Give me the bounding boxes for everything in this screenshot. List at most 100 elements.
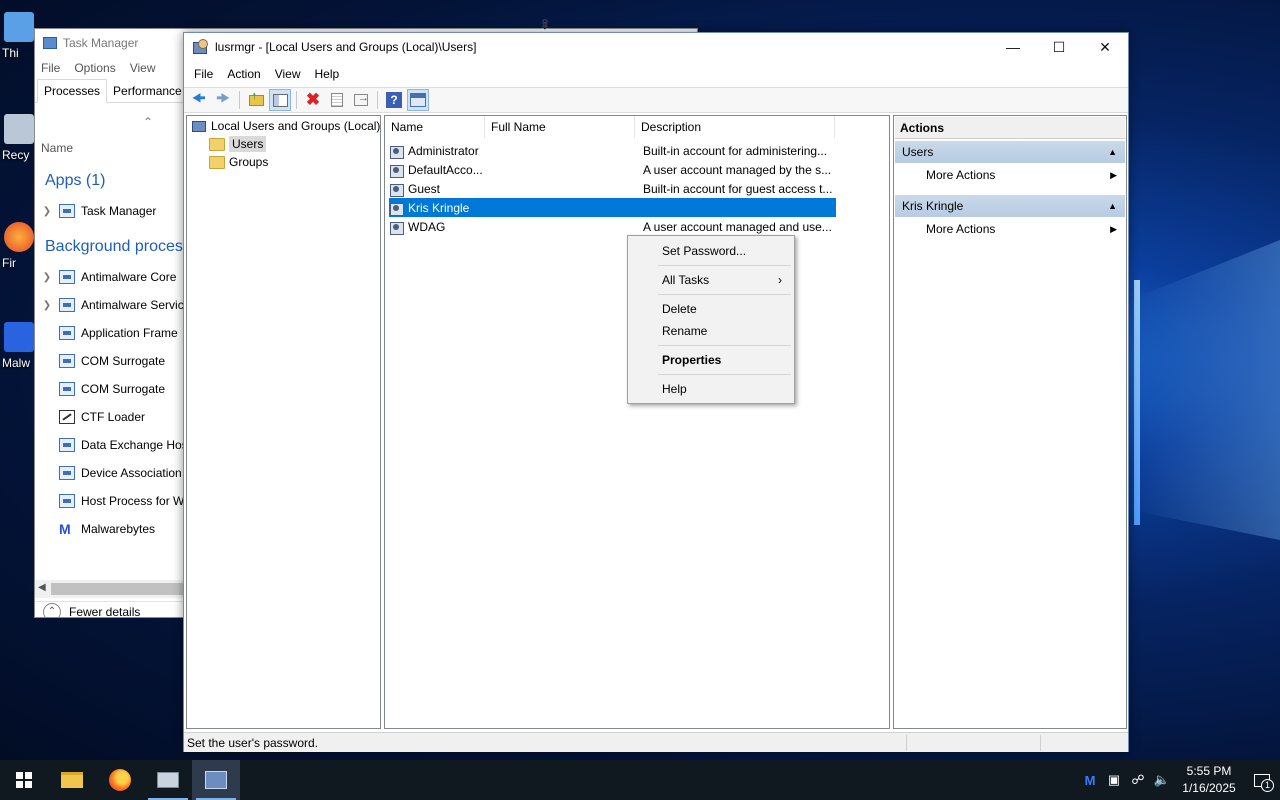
menu-item-properties[interactable]: Properties <box>630 349 792 371</box>
menu-help[interactable]: Help <box>315 67 348 81</box>
expand-chevron-icon[interactable]: ❯ <box>41 206 53 217</box>
help-button[interactable]: ? <box>383 89 405 111</box>
menu-item-rename[interactable]: Rename <box>630 320 792 342</box>
users-list[interactable]: Name Full Name Description Administrator… <box>384 115 890 729</box>
forward-button[interactable]: 🠞 <box>212 89 234 111</box>
back-button[interactable]: 🠜 <box>188 89 210 111</box>
lusrmgr-app-icon <box>205 771 227 789</box>
tm-menu-view[interactable]: View <box>130 61 156 75</box>
lusrmgr-titlebar[interactable]: lusrmgr - [Local Users and Groups (Local… <box>184 33 1128 61</box>
action-center-button[interactable]: 1 <box>1244 760 1280 800</box>
more-actions-users[interactable]: More Actions ▶ <box>926 165 1125 185</box>
desktop-icon-this-pc[interactable]: Thi <box>2 12 36 60</box>
menu-item-delete[interactable]: Delete <box>630 298 792 320</box>
process-row[interactable]: Data Exchange Hos <box>41 431 188 459</box>
taskbar-file-explorer[interactable] <box>48 760 96 800</box>
menu-item-set-password[interactable]: Set Password... <box>630 240 792 262</box>
desktop-icon-recycle-bin[interactable]: Recy <box>2 114 36 162</box>
user-icon <box>389 162 405 178</box>
process-row[interactable]: M Malwarebytes <box>41 515 155 543</box>
sort-caret-icon[interactable]: ⌃ <box>143 115 153 129</box>
column-header-description[interactable]: Description <box>635 116 835 138</box>
tree-item-label: Users <box>229 136 267 152</box>
show-hide-action-pane-button[interactable] <box>407 89 429 111</box>
table-row[interactable]: DefaultAcco... A user account managed by… <box>389 160 836 179</box>
taskbar-firefox[interactable] <box>96 760 144 800</box>
properties-button[interactable] <box>326 89 348 111</box>
taskbar-lusrmgr[interactable] <box>192 760 240 800</box>
process-name: Device Association <box>81 466 182 480</box>
tree-root-label: Local Users and Groups (Local) <box>211 119 381 133</box>
collapse-triangle-icon[interactable]: ▲ <box>1108 195 1117 217</box>
process-row[interactable]: Application Frame <box>41 319 178 347</box>
process-row[interactable]: Device Association <box>41 459 182 487</box>
table-row[interactable]: Administrator Built-in account for admin… <box>389 141 836 160</box>
menu-item-all-tasks[interactable]: All Tasks › <box>630 269 792 291</box>
menu-file[interactable]: File <box>194 67 221 81</box>
export-list-button[interactable] <box>350 89 372 111</box>
start-button[interactable] <box>0 760 48 800</box>
lusrmgr-window[interactable]: lusrmgr - [Local Users and Groups (Local… <box>183 32 1129 752</box>
tm-menu-file[interactable]: File <box>41 61 60 75</box>
actions-header: Actions <box>895 117 1125 139</box>
maximize-button[interactable]: ☐ <box>1036 33 1082 61</box>
tree-item-groups[interactable]: Groups <box>209 153 268 171</box>
expand-chevron-icon[interactable]: ❯ <box>41 300 53 311</box>
process-row[interactable]: Host Process for W <box>41 487 184 515</box>
tree-item-users[interactable]: Users <box>209 135 267 153</box>
column-header-name[interactable]: Name <box>41 141 73 155</box>
desktop-icon-malwarebytes[interactable]: Malw <box>2 322 36 370</box>
console-tree[interactable]: Local Users and Groups (Local) Users Gro… <box>186 115 381 729</box>
table-row[interactable]: WDAG A user account managed and use... <box>389 217 836 236</box>
pc-icon <box>4 12 34 42</box>
back-arrow-icon: 🠜 <box>192 89 206 107</box>
desktop-icon-label: Recy <box>2 148 30 162</box>
menu-action[interactable]: Action <box>227 67 268 81</box>
folder-icon <box>61 772 83 788</box>
process-row[interactable]: ❯ Antimalware Servic <box>41 291 184 319</box>
collapse-triangle-icon[interactable]: ▲ <box>1108 141 1117 163</box>
menu-separator <box>658 345 791 346</box>
process-row[interactable]: COM Surrogate <box>41 347 165 375</box>
actions-section-selected-user[interactable]: Kris Kringle ▲ <box>895 195 1125 217</box>
scrollbar-thumb[interactable] <box>51 583 185 595</box>
process-row[interactable]: ❯ Task Manager <box>41 197 156 225</box>
tab-processes[interactable]: Processes <box>37 79 108 103</box>
malwarebytes-tray-icon[interactable]: M <box>1078 773 1102 788</box>
tablet-icon[interactable]: ▣ <box>1102 772 1126 788</box>
show-hide-console-tree-button[interactable] <box>269 89 291 111</box>
taskbar-task-manager[interactable] <box>144 760 192 800</box>
tab-performance[interactable]: Performance <box>107 80 188 102</box>
clock[interactable]: 5:55 PM 1/16/2025 <box>1174 763 1244 797</box>
minimize-button[interactable]: — <box>990 33 1036 61</box>
horizontal-scrollbar[interactable]: ◀ <box>35 580 185 598</box>
scroll-left-icon[interactable]: ◀ <box>38 582 46 593</box>
network-icon[interactable]: ☍ <box>1126 772 1150 788</box>
firefox-icon <box>109 769 131 791</box>
fewer-details-button[interactable]: ⌃ Fewer details <box>35 601 185 617</box>
delete-button[interactable]: ✖ <box>302 89 324 111</box>
actions-section-users[interactable]: Users ▲ <box>895 141 1125 163</box>
menu-view[interactable]: View <box>275 67 309 81</box>
more-actions-selected-user[interactable]: More Actions ▶ <box>926 219 1125 239</box>
process-icon <box>59 270 75 284</box>
console-tree-icon <box>272 93 288 107</box>
forward-arrow-icon: 🠞 <box>216 89 230 107</box>
task-manager-app-icon <box>59 204 75 218</box>
expand-chevron-icon[interactable]: ❯ <box>41 272 53 283</box>
process-row[interactable]: ❯ Antimalware Core <box>41 263 176 291</box>
close-button[interactable]: ✕ <box>1082 33 1128 61</box>
menu-item-help[interactable]: Help <box>630 378 792 400</box>
table-row-selected[interactable]: Kris Kringle <box>389 198 836 217</box>
up-one-level-button[interactable] <box>245 89 267 111</box>
table-row[interactable]: Guest Built-in account for guest access … <box>389 179 836 198</box>
process-row[interactable]: COM Surrogate <box>41 375 165 403</box>
volume-icon[interactable]: 🔈 <box>1150 772 1174 788</box>
process-icon <box>59 466 75 480</box>
column-header-full-name[interactable]: Full Name <box>485 116 635 138</box>
desktop-icon-firefox[interactable]: Fir <box>2 222 36 270</box>
tree-root[interactable]: Local Users and Groups (Local) <box>191 117 380 135</box>
column-header-name[interactable]: Name <box>385 116 485 138</box>
process-row[interactable]: CTF Loader <box>41 403 145 431</box>
tm-menu-options[interactable]: Options <box>74 61 115 75</box>
